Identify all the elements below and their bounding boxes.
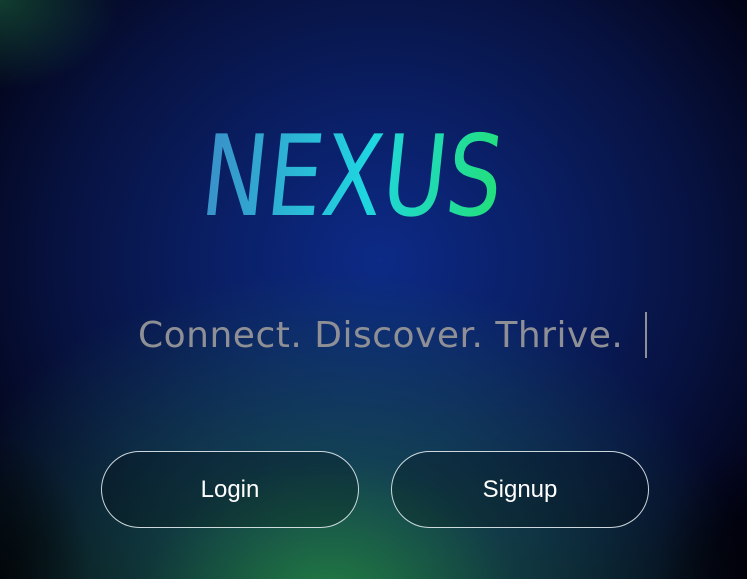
tagline: Connect. Discover. Thrive. bbox=[138, 310, 648, 360]
signup-button-label: Signup bbox=[482, 475, 558, 503]
nexus-logo: NEXUS bbox=[205, 115, 509, 230]
signup-button[interactable]: Signup bbox=[391, 451, 649, 528]
login-button[interactable]: Login bbox=[101, 451, 359, 528]
login-button-label: Login bbox=[200, 475, 260, 503]
tagline-text: Connect. Discover. Thrive. bbox=[138, 314, 624, 356]
logo-text: NEXUS bbox=[205, 115, 509, 230]
text-caret bbox=[645, 312, 648, 358]
